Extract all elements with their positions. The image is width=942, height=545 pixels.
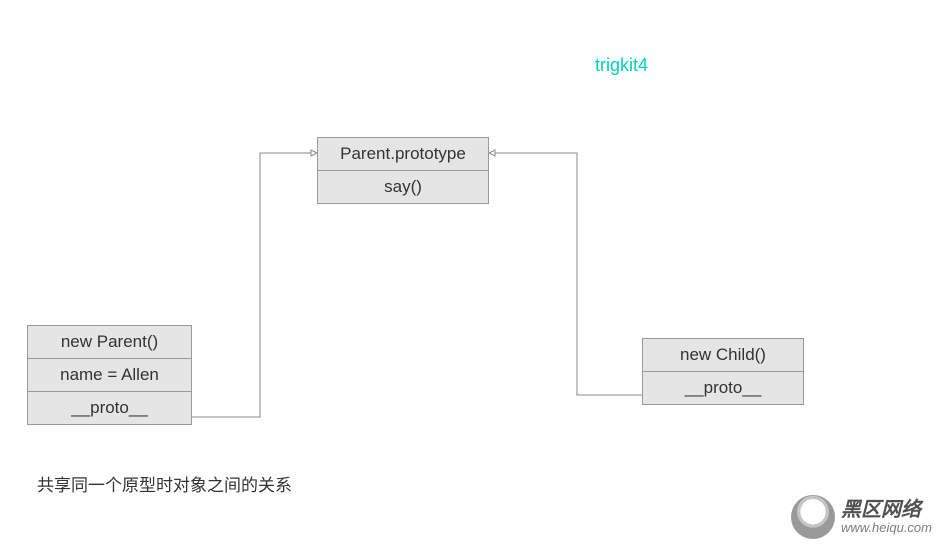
child-title: new Child() bbox=[643, 339, 803, 372]
watermark-cn: 黑区网络 bbox=[841, 499, 932, 521]
parent-proto: __proto__ bbox=[28, 392, 191, 424]
child-proto: __proto__ bbox=[643, 372, 803, 404]
prototype-method: say() bbox=[318, 171, 488, 203]
parent-title: new Parent() bbox=[28, 326, 191, 359]
parent-prop: name = Allen bbox=[28, 359, 191, 392]
prototype-box: Parent.prototype say() bbox=[317, 137, 489, 204]
diagram-caption: 共享同一个原型时对象之间的关系 bbox=[37, 471, 292, 496]
watermark-url: www.heiqu.com bbox=[841, 521, 932, 535]
connector-lines bbox=[0, 0, 942, 545]
watermark: 黑区网络 www.heiqu.com bbox=[791, 495, 932, 539]
credit-label: trigkit4 bbox=[595, 55, 648, 76]
prototype-title: Parent.prototype bbox=[318, 138, 488, 171]
parent-instance-box: new Parent() name = Allen __proto__ bbox=[27, 325, 192, 425]
child-instance-box: new Child() __proto__ bbox=[642, 338, 804, 405]
mushroom-icon bbox=[791, 495, 835, 539]
